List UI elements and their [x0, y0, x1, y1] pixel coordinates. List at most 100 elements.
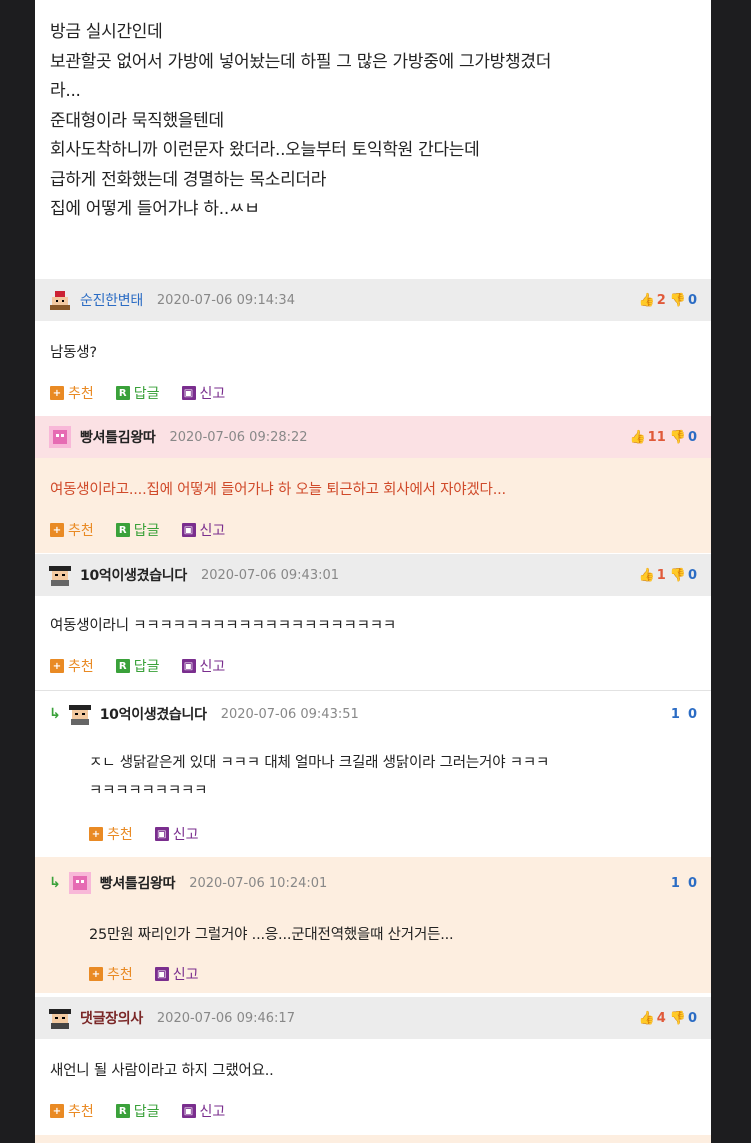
recommend-button[interactable]: + 추천 [89, 964, 133, 984]
avatar[interactable] [67, 870, 93, 896]
reply-button[interactable]: R 답글 [115, 656, 160, 676]
comment-text: ㅈㄴ 생닭같은게 있대 ㅋㅋㅋ 대체 얼마나 크길래 생닭이라 그러는거야 ㅋㅋ… [89, 755, 550, 771]
reply-button[interactable]: R 답글 [115, 383, 160, 403]
comment-date: 2020-07-06 09:14:34 [156, 292, 295, 308]
recommend-button[interactable]: + 추천 [50, 656, 94, 676]
downvote-count: 0 [687, 1010, 697, 1026]
post-line: 라... [50, 81, 81, 101]
upvote-count: 1 [670, 706, 680, 722]
report-icon: ▣ [181, 659, 196, 673]
comment-header: 빵셔틀김왕따 2020-07-06 09:28:22 👍 11 👎 0 [35, 416, 711, 458]
comment-author[interactable]: 빵셔틀김왕따 [100, 873, 176, 893]
report-button[interactable]: ▣ 신고 [154, 824, 199, 844]
comment-author[interactable]: 빵셔틀김왕따 [80, 427, 156, 447]
comment-header: 10억이생겼습니다 2020-07-06 09:43:01 👍 1 👎 0 [35, 554, 711, 596]
comment-actions: + 추천 R 답글 ▣ 신고 [50, 1101, 247, 1121]
next-comment-edge [35, 1135, 711, 1143]
comment-actions: + 추천 ▣ 신고 [89, 964, 221, 984]
thumbs-down-icon[interactable]: 👎 [670, 568, 686, 583]
report-icon: ▣ [154, 967, 169, 981]
comment-text: 새언니 될 사람이라고 하지 그랬어요.. [50, 1063, 274, 1079]
thumbs-down-icon[interactable]: 👎 [670, 1011, 686, 1026]
report-icon: ▣ [181, 386, 196, 400]
report-button[interactable]: ▣ 신고 [181, 383, 225, 403]
plus-icon: + [50, 659, 64, 673]
reply-header: ↳ 10억이생겼습니다 2020-07-06 09:43:51 1 0 [35, 693, 711, 735]
thumbs-down-icon[interactable]: 👎 [670, 430, 686, 445]
comment-body: 여동생이라고....집에 어떻게 들어가냐 하 오늘 퇴근하고 회사에서 자야겠… [35, 458, 711, 553]
comment-date: 2020-07-06 10:24:01 [189, 875, 328, 891]
vote-counts: 👍 11 👎 0 [629, 416, 697, 458]
comment-author[interactable]: 10억이생겼습니다 [80, 565, 187, 585]
reply-header: ↳ 빵셔틀김왕따 2020-07-06 10:24:01 1 0 [35, 862, 711, 904]
comment-author[interactable]: 순진한변태 [80, 290, 143, 310]
comment-author[interactable]: 댓글장의사 [80, 1008, 143, 1028]
comment-body: 여동생이라니 ㅋㅋㅋㅋㅋㅋㅋㅋㅋㅋㅋㅋㅋㅋㅋㅋㅋㅋㅋㅋ + 추천 R 답글 ▣ 신고 [35, 596, 711, 688]
downvote-count: 0 [687, 429, 697, 445]
comment-text: 여동생이라고....집에 어떻게 들어가냐 하 오늘 퇴근하고 회사에서 자야겠… [50, 482, 506, 498]
plus-icon: + [50, 386, 64, 400]
avatar[interactable] [47, 1005, 73, 1031]
comment-author[interactable]: 10억이생겼습니다 [100, 704, 207, 724]
vote-counts: 1 0 [663, 693, 697, 735]
comment-header: 댓글장의사 2020-07-06 09:46:17 👍 4 👎 0 [35, 997, 711, 1039]
comment-actions: + 추천 R 답글 ▣ 신고 [50, 383, 247, 403]
reply-icon: R [115, 386, 130, 400]
upvote-count: 11 [647, 429, 666, 445]
recommend-button[interactable]: + 추천 [50, 1101, 94, 1121]
report-button[interactable]: ▣ 신고 [181, 656, 225, 676]
thumbs-up-icon[interactable]: 👍 [639, 1011, 655, 1026]
avatar[interactable] [47, 424, 73, 450]
comment-body: 남동생? + 추천 R 답글 ▣ 신고 [35, 321, 711, 416]
report-icon: ▣ [154, 827, 169, 841]
page: 방금 실시간인데 보관할곳 없어서 가방에 넣어놨는데 하필 그 많은 가방중에… [35, 0, 711, 1143]
plus-icon: + [89, 967, 103, 981]
comment-body: ㅈㄴ 생닭같은게 있대 ㅋㅋㅋ 대체 얼마나 크길래 생닭이라 그러는거야 ㅋㅋ… [35, 735, 711, 855]
comment-text: 여동생이라니 ㅋㅋㅋㅋㅋㅋㅋㅋㅋㅋㅋㅋㅋㅋㅋㅋㅋㅋㅋㅋ [50, 618, 397, 634]
recommend-button[interactable]: + 추천 [50, 383, 94, 403]
vote-counts: 👍 2 👎 0 [639, 279, 697, 321]
comment-text: 남동생? [50, 345, 97, 361]
downvote-count: 0 [687, 875, 697, 891]
recommend-button[interactable]: + 추천 [50, 520, 94, 540]
thumbs-up-icon[interactable]: 👍 [639, 293, 655, 308]
post-line: 집에 어떻게 들어가냐 하..ㅆㅂ [50, 199, 260, 219]
thumbs-up-icon[interactable]: 👍 [639, 568, 655, 583]
avatar[interactable] [47, 562, 73, 588]
post-line: 보관할곳 없어서 가방에 넣어놨는데 하필 그 많은 가방중에 그가방챙겼더 [50, 51, 552, 72]
thumbs-down-icon[interactable]: 👎 [670, 293, 686, 308]
report-icon: ▣ [181, 523, 196, 537]
recommend-button[interactable]: + 추천 [89, 824, 133, 844]
comment-text: ㅋㅋㅋㅋㅋㅋㅋㅋㅋ [89, 783, 208, 799]
comment-date: 2020-07-06 09:43:51 [220, 706, 359, 722]
report-button[interactable]: ▣ 신고 [181, 520, 225, 540]
report-button[interactable]: ▣ 신고 [181, 1101, 225, 1121]
reply-icon: R [115, 659, 130, 673]
comment-date: 2020-07-06 09:46:17 [156, 1010, 295, 1026]
comment-actions: + 추천 R 답글 ▣ 신고 [50, 520, 247, 540]
downvote-count: 0 [687, 706, 697, 722]
upvote-count: 1 [670, 875, 680, 891]
plus-icon: + [89, 827, 103, 841]
post-line: 준대형이라 묵직했을텐데 [50, 110, 224, 131]
reply-button[interactable]: R 답글 [115, 520, 160, 540]
comment-text: 25만원 짜리인가 그럴거야 ...응...군대전역했을때 산거거든... [89, 927, 454, 943]
reply-icon: R [115, 523, 130, 537]
comment-header: 순진한변태 2020-07-06 09:14:34 👍 2 👎 0 [35, 279, 711, 321]
reply-arrow-icon: ↳ [49, 875, 61, 891]
plus-icon: + [50, 523, 64, 537]
avatar[interactable] [47, 287, 73, 313]
report-icon: ▣ [181, 1104, 196, 1118]
upvote-count: 2 [656, 292, 666, 308]
comment-actions: + 추천 ▣ 신고 [89, 824, 221, 844]
upvote-count: 1 [656, 567, 666, 583]
comment-date: 2020-07-06 09:28:22 [169, 429, 308, 445]
avatar[interactable] [67, 701, 93, 727]
post-line: 방금 실시간인데 [50, 22, 163, 42]
report-button[interactable]: ▣ 신고 [154, 964, 199, 984]
vote-counts: 1 0 [663, 862, 697, 904]
thumbs-up-icon[interactable]: 👍 [629, 430, 645, 445]
comment-date: 2020-07-06 09:43:01 [200, 567, 340, 583]
reply-button[interactable]: R 답글 [115, 1101, 160, 1121]
plus-icon: + [50, 1104, 64, 1118]
